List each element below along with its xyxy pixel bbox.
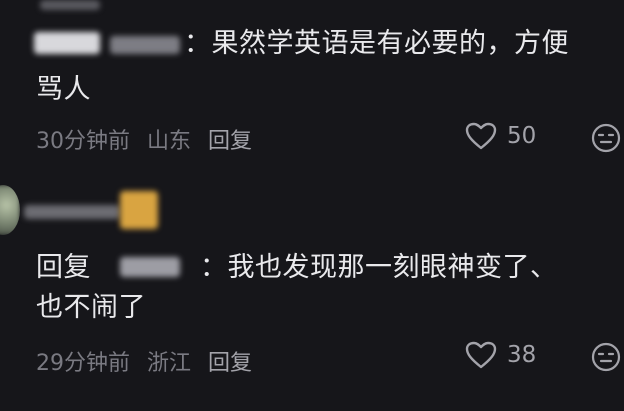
comment-meta: 29分钟前 浙江 回复 [36, 345, 262, 377]
reply-target-username-blurred [120, 257, 180, 277]
avatar[interactable] [0, 185, 20, 235]
comment-location: 浙江 [147, 351, 192, 376]
comment-item: ：果然学英语是有必要的，方便 骂人 30分钟前 山东 回复 50 [0, 0, 624, 175]
username-blurred [40, 0, 100, 10]
username-blurred [24, 205, 120, 219]
comment-thread: ：果然学英语是有必要的，方便 骂人 30分钟前 山东 回复 50 回复 ：我也发… [0, 0, 624, 411]
reply-target-username-blurred [110, 36, 180, 54]
like-count: 38 [507, 342, 537, 368]
like-count: 50 [507, 123, 537, 149]
heart-outline-icon [465, 341, 497, 369]
comment-meta: 30分钟前 山东 回复 [36, 123, 262, 155]
comment-text: ：果然学英语是有必要的，方便 [184, 28, 569, 59]
like-button[interactable]: 50 [465, 122, 536, 150]
reply-button[interactable]: 回复 [208, 123, 252, 155]
comment-time: 30分钟前 [36, 129, 130, 154]
heart-outline-icon [465, 122, 497, 150]
reply-prefix: 回复 [36, 252, 91, 283]
comment-text: 也不闹了 [36, 292, 146, 323]
comment-item: 回复 ：我也发现那一刻眼神变了、 也不闹了 29分钟前 浙江 回复 38 [0, 175, 624, 411]
smiley-face-icon[interactable] [590, 122, 622, 154]
user-badge-blurred [120, 191, 158, 229]
like-button[interactable]: 38 [465, 341, 536, 369]
reply-target-username-blurred [34, 32, 100, 54]
comment-time: 29分钟前 [36, 351, 130, 376]
comment-text: ：我也发现那一刻眼神变了、 [200, 252, 558, 283]
reply-button[interactable]: 回复 [208, 345, 252, 377]
comment-location: 山东 [147, 129, 192, 154]
comment-text: 骂人 [36, 74, 91, 105]
smiley-face-icon[interactable] [590, 341, 622, 373]
